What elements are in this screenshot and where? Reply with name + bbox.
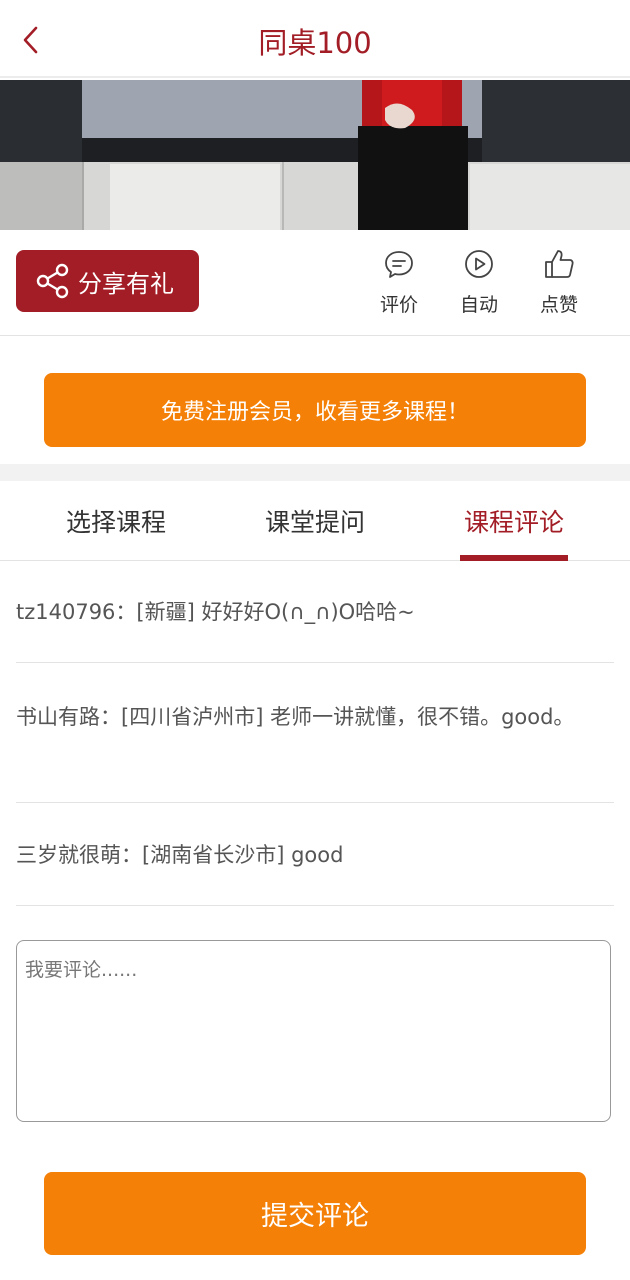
comment-bubble-icon [381,246,417,282]
comment-list: tz140796：[新疆] 好好好O(∩_∩)O哈哈~ 书山有路：[四川省泸州市… [16,562,614,906]
comment-user: 书山有路： [16,705,121,729]
active-tab-indicator [460,555,568,561]
autoplay-button[interactable]: 自动 [444,246,514,326]
share-label: 分享有礼 [78,269,174,298]
page-title: 同桌100 [258,26,372,60]
comment-input[interactable] [16,940,611,1122]
video-player[interactable] [0,80,630,230]
comment-text: 老师一讲就懂，很不错。good。 [270,705,575,729]
rate-label: 评价 [379,294,418,316]
comment-location: [湖南省长沙市] [142,843,285,867]
comment-user: 三岁就很萌： [16,843,142,867]
tab-course-comments[interactable]: 课程评论 [414,481,614,561]
share-icon [34,262,72,300]
top-bar: 同桌100 [0,0,630,78]
comment-item: 书山有路：[四川省泸州市] 老师一讲就懂，很不错。good。 [16,663,614,803]
tab-select-course[interactable]: 选择课程 [16,481,216,561]
comment-user: tz140796： [16,600,137,624]
comment-text: good [291,843,344,867]
tab-class-questions[interactable]: 课堂提问 [215,481,415,561]
share-button[interactable]: 分享有礼 [16,250,199,312]
comment-item: tz140796：[新疆] 好好好O(∩_∩)O哈哈~ [16,562,614,663]
rate-button[interactable]: 评价 [364,246,434,326]
video-frame [0,80,630,230]
comment-item: 三岁就很萌：[湖南省长沙市] good [16,803,614,906]
submit-comment-button[interactable]: 提交评论 [44,1172,586,1255]
play-circle-icon [461,246,497,282]
autoplay-label: 自动 [459,294,498,316]
thumbs-up-icon [541,246,577,282]
comment-location: [四川省泸州市] [121,705,264,729]
comment-text: 好好好O(∩_∩)O哈哈~ [201,600,415,624]
register-button[interactable]: 免费注册会员，收看更多课程！ [44,373,586,447]
action-bar: 分享有礼 评价 自动 点赞 [0,230,630,336]
tab-bar: 选择课程 课堂提问 课程评论 [0,481,630,561]
like-button[interactable]: 点赞 [524,246,594,326]
section-divider [0,464,630,481]
like-label: 点赞 [539,294,578,316]
register-section: 免费注册会员，收看更多课程！ [0,337,630,464]
comment-location: [新疆] [136,600,195,624]
